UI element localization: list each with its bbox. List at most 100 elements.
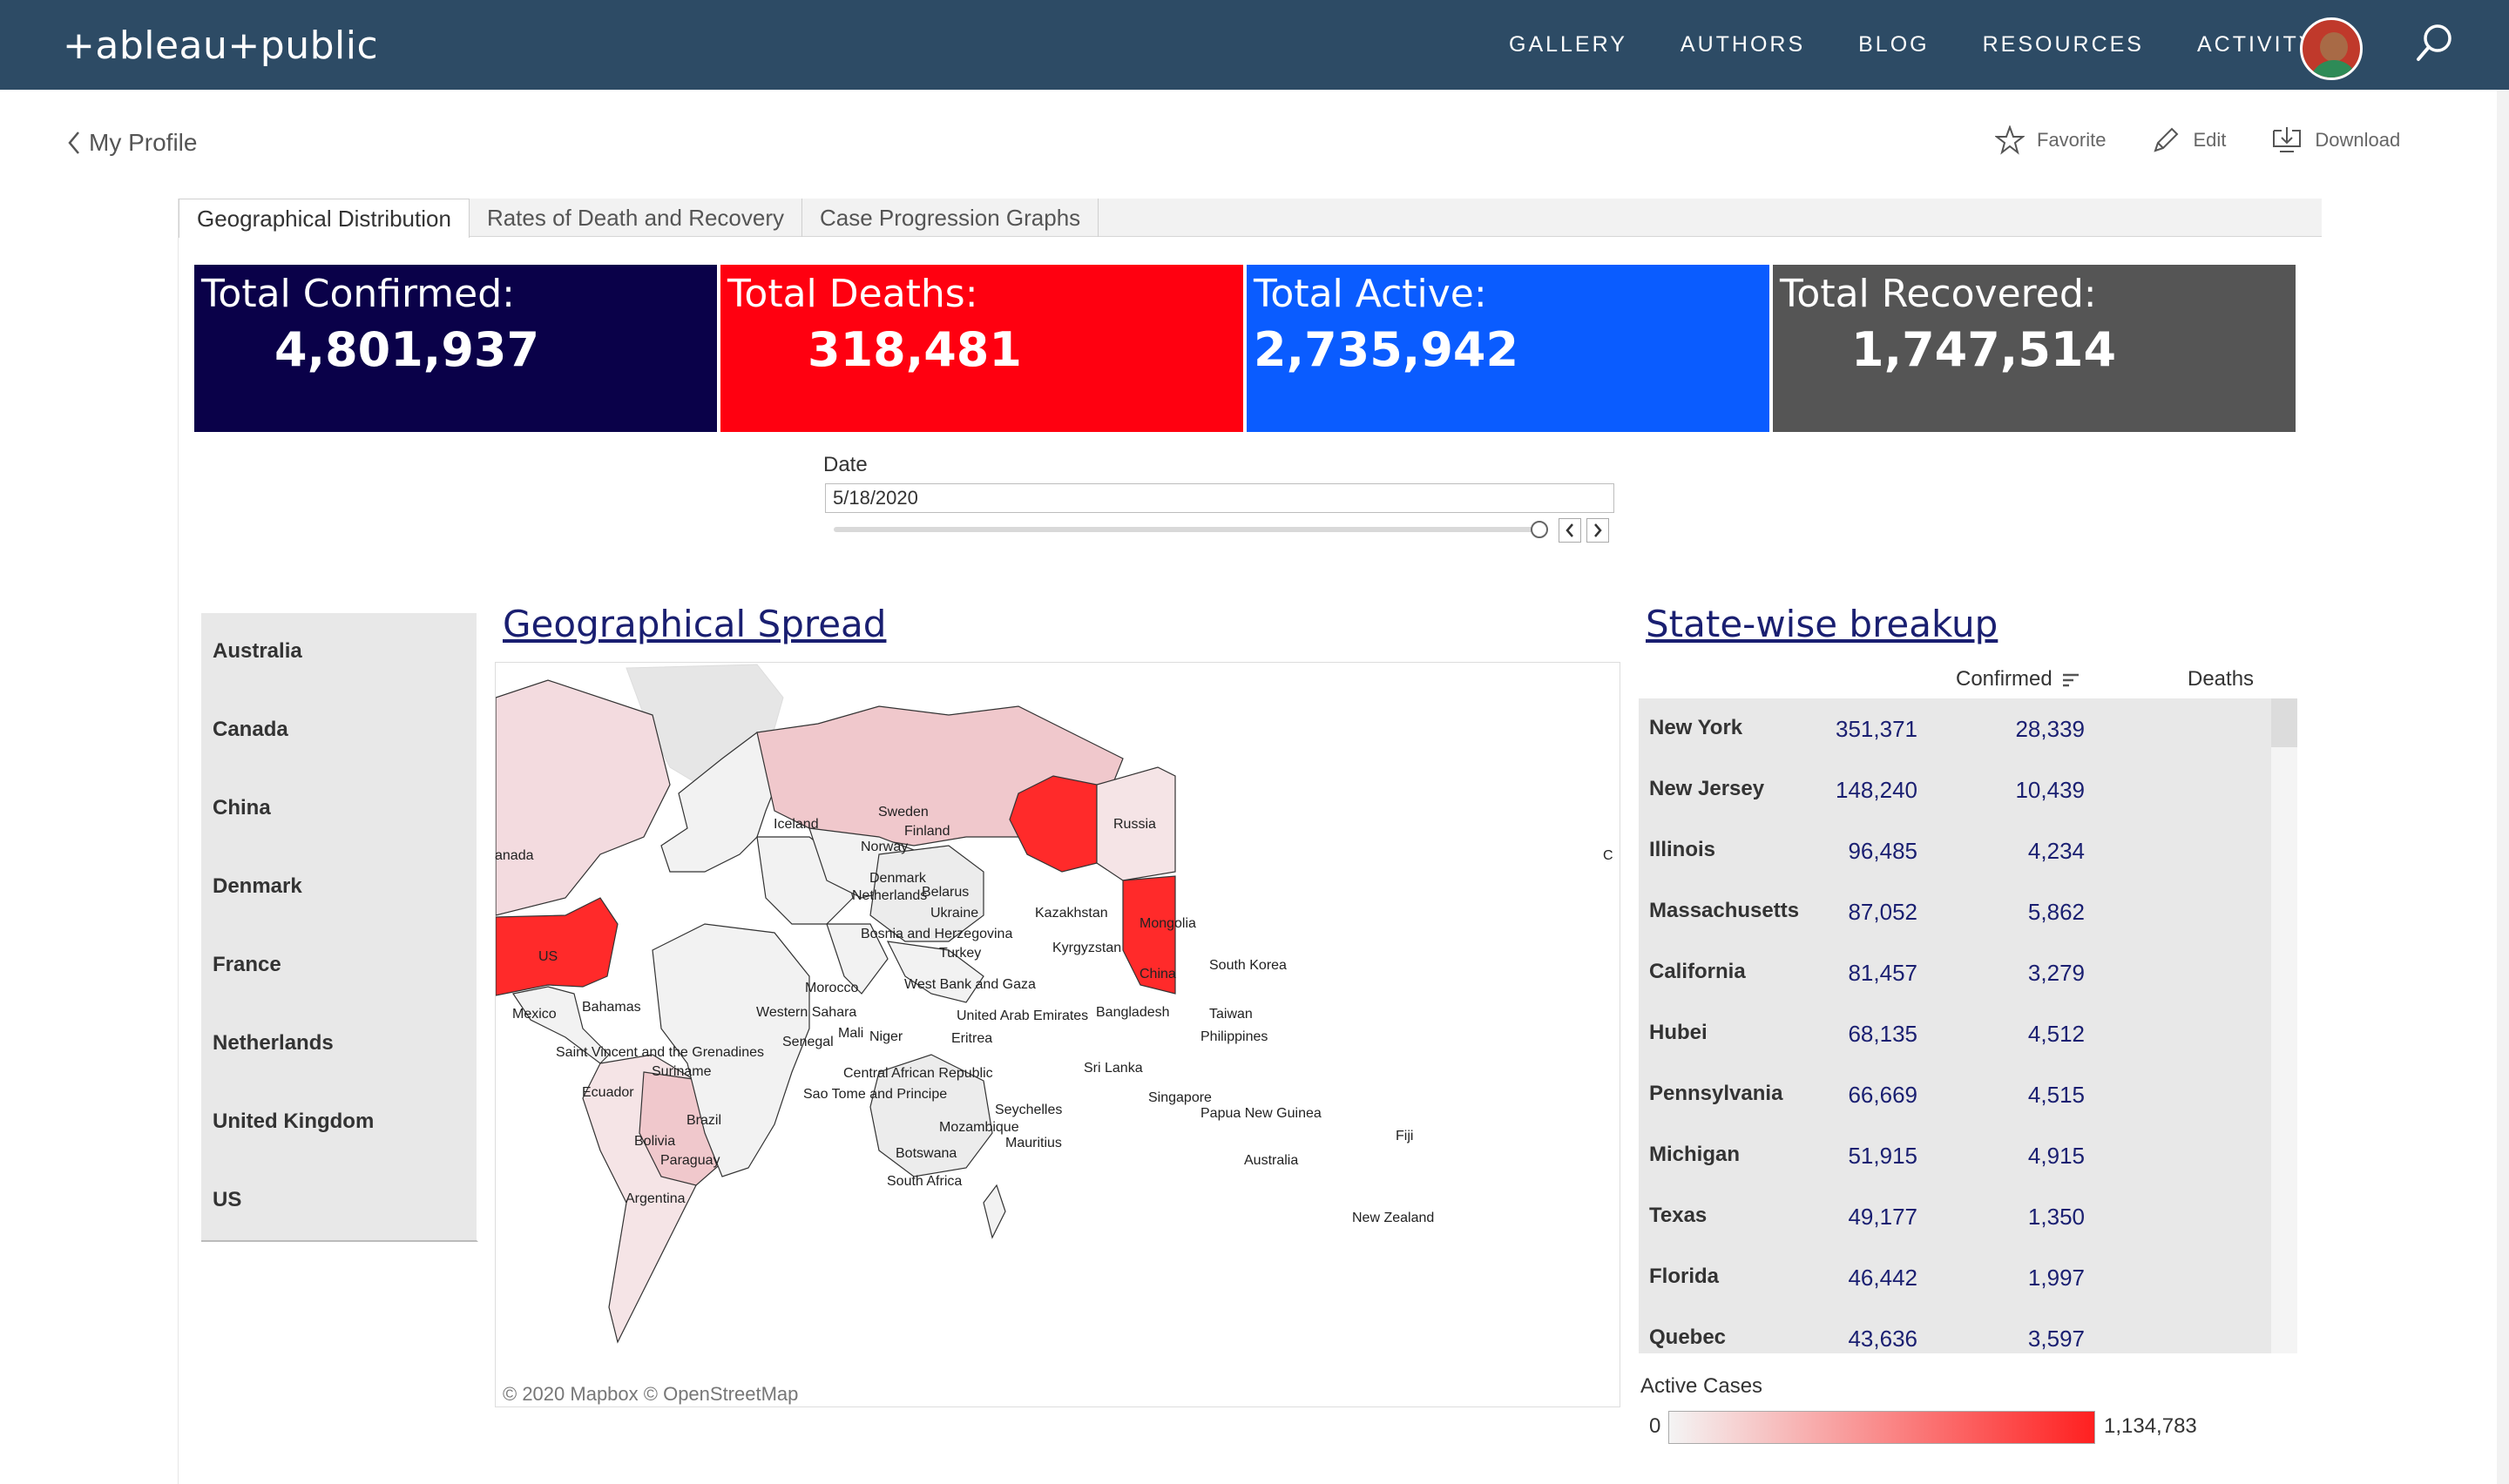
table-row-confirmed: 49,177 bbox=[1848, 1204, 1917, 1230]
table-row-state[interactable]: Massachusetts bbox=[1649, 899, 1799, 923]
kpi-label: Total Confirmed: bbox=[201, 272, 515, 316]
edit-button[interactable]: Edit bbox=[2151, 125, 2226, 155]
table-row-deaths: 3,597 bbox=[2027, 1325, 2085, 1352]
country-item[interactable]: Australia bbox=[213, 639, 302, 664]
country-item[interactable]: Netherlands bbox=[213, 1031, 334, 1056]
tableau-public-logo[interactable]: +ableau+public bbox=[63, 19, 378, 71]
table-row-state[interactable]: Michigan bbox=[1649, 1143, 1740, 1167]
table-row-state[interactable]: Illinois bbox=[1649, 838, 1715, 862]
star-icon bbox=[1995, 125, 2025, 155]
nav-authors[interactable]: AUTHORS bbox=[1681, 32, 1805, 57]
search-icon[interactable] bbox=[2413, 21, 2455, 66]
table-row-confirmed: 96,485 bbox=[1848, 838, 1917, 864]
table-row-confirmed: 51,915 bbox=[1848, 1143, 1917, 1169]
date-step-back-button[interactable] bbox=[1559, 518, 1581, 543]
table-row-deaths: 3,279 bbox=[2027, 960, 2085, 986]
table-row-state[interactable]: New York bbox=[1649, 716, 1742, 740]
table-row-deaths: 5,862 bbox=[2027, 899, 2085, 925]
legend-color-ramp bbox=[1668, 1411, 2095, 1444]
nav-activity[interactable]: ACTIVITY bbox=[2197, 32, 2316, 57]
table-row-confirmed: 46,442 bbox=[1848, 1265, 1917, 1291]
table-row-confirmed: 43,636 bbox=[1848, 1325, 1917, 1352]
kpi-total-recovered: Total Recovered: 1,747,514 bbox=[1773, 265, 2296, 432]
date-slider-handle[interactable] bbox=[1531, 521, 1548, 538]
table-row-confirmed: 148,240 bbox=[1836, 777, 1917, 803]
sort-icon[interactable] bbox=[2061, 671, 2080, 689]
nav-blog[interactable]: BLOG bbox=[1858, 32, 1929, 57]
tab-case-progression-graphs[interactable]: Case Progression Graphs bbox=[802, 199, 1099, 237]
table-row-state[interactable]: Florida bbox=[1649, 1265, 1719, 1289]
kpi-value: 4,801,937 bbox=[274, 322, 540, 377]
table-row-state[interactable]: Hubei bbox=[1649, 1021, 1708, 1045]
table-scrollbar-thumb[interactable] bbox=[2271, 698, 2297, 747]
table-row-deaths: 28,339 bbox=[2015, 716, 2085, 742]
date-filter-label: Date bbox=[823, 453, 868, 476]
avatar-face bbox=[2320, 32, 2348, 62]
table-row-confirmed: 68,135 bbox=[1848, 1021, 1917, 1047]
world-map-svg[interactable] bbox=[496, 663, 1620, 1407]
table-row-deaths: 1,997 bbox=[2027, 1265, 2085, 1291]
table-row-deaths: 4,515 bbox=[2027, 1082, 2085, 1108]
table-row-state[interactable]: Quebec bbox=[1649, 1325, 1726, 1350]
viz-actions: Favorite Edit Download bbox=[1995, 125, 2400, 155]
nav-resources[interactable]: RESOURCES bbox=[1983, 32, 2144, 57]
favorite-button[interactable]: Favorite bbox=[1995, 125, 2106, 155]
country-item[interactable]: US bbox=[213, 1188, 241, 1212]
country-item[interactable]: China bbox=[213, 796, 271, 820]
favorite-label: Favorite bbox=[2037, 129, 2107, 151]
nav-gallery[interactable]: GALLERY bbox=[1509, 32, 1627, 57]
country-item[interactable]: Canada bbox=[213, 718, 288, 742]
map-region-china bbox=[869, 845, 984, 942]
table-title[interactable]: State-wise breakup bbox=[1646, 603, 1998, 645]
page-scrollbar[interactable] bbox=[2497, 90, 2509, 1484]
table-row-state[interactable]: New Jersey bbox=[1649, 777, 1764, 801]
date-filter-input[interactable]: 5/18/2020 bbox=[825, 483, 1614, 513]
kpi-value: 2,735,942 bbox=[1254, 322, 1519, 377]
kpi-label: Total Recovered: bbox=[1780, 272, 2097, 316]
user-avatar[interactable] bbox=[2300, 17, 2363, 80]
country-item[interactable]: United Kingdom bbox=[213, 1110, 374, 1134]
back-to-profile-link[interactable]: My Profile bbox=[68, 129, 197, 157]
map-region-us-east bbox=[1122, 875, 1176, 995]
map-region-us bbox=[496, 897, 619, 996]
table-row-state[interactable]: Pennsylvania bbox=[1649, 1082, 1782, 1106]
kpi-value: 1,747,514 bbox=[1851, 322, 2117, 377]
map-region-australia bbox=[869, 1054, 993, 1177]
pencil-icon bbox=[2154, 127, 2179, 152]
map-region-canada-west bbox=[496, 679, 671, 916]
country-item[interactable]: France bbox=[213, 953, 281, 977]
table-row-state[interactable]: Texas bbox=[1649, 1204, 1707, 1228]
table-row-deaths: 1,350 bbox=[2027, 1204, 2085, 1230]
world-map[interactable] bbox=[495, 662, 1620, 1407]
download-label: Download bbox=[2315, 129, 2401, 151]
main-nav: GALLERY AUTHORS BLOG RESOURCES ACTIVITY bbox=[1481, 0, 2316, 90]
map-region-canada-east bbox=[1096, 766, 1176, 881]
kpi-total-active: Total Active: 2,735,942 bbox=[1247, 265, 1769, 432]
legend-min: 0 bbox=[1649, 1414, 1661, 1438]
table-row-deaths: 10,439 bbox=[2015, 777, 2085, 803]
table-row-confirmed: 351,371 bbox=[1836, 716, 1917, 742]
date-slider-track[interactable] bbox=[834, 527, 1541, 532]
map-title[interactable]: Geographical Spread bbox=[503, 603, 886, 645]
download-button[interactable]: Download bbox=[2271, 125, 2400, 155]
chevron-right-icon bbox=[1594, 523, 1602, 537]
tab-rates-of-death-and-recovery[interactable]: Rates of Death and Recovery bbox=[470, 199, 803, 237]
kpi-total-deaths: Total Deaths: 318,481 bbox=[720, 265, 1243, 432]
kpi-value: 318,481 bbox=[808, 322, 1022, 377]
column-header-deaths[interactable]: Deaths bbox=[2188, 667, 2254, 691]
table-row-confirmed: 66,669 bbox=[1848, 1082, 1917, 1108]
table-row-deaths: 4,234 bbox=[2027, 838, 2085, 864]
table-row-confirmed: 81,457 bbox=[1848, 960, 1917, 986]
legend-max: 1,134,783 bbox=[2104, 1414, 2197, 1438]
tab-geographical-distribution[interactable]: Geographical Distribution bbox=[179, 199, 470, 238]
map-region-south-asia bbox=[826, 923, 889, 995]
map-attribution: © 2020 Mapbox © OpenStreetMap bbox=[503, 1383, 799, 1405]
column-header-label: Confirmed bbox=[1956, 667, 2053, 691]
table-row-state[interactable]: California bbox=[1649, 960, 1746, 984]
column-header-confirmed[interactable]: Confirmed bbox=[1956, 667, 2080, 691]
country-item[interactable]: Denmark bbox=[213, 874, 302, 899]
date-step-forward-button[interactable] bbox=[1586, 518, 1609, 543]
avatar-shirt bbox=[2309, 60, 2358, 78]
table-scrollbar[interactable] bbox=[2271, 698, 2297, 1353]
dashboard-tabs: Geographical Distribution Rates of Death… bbox=[179, 199, 2322, 238]
